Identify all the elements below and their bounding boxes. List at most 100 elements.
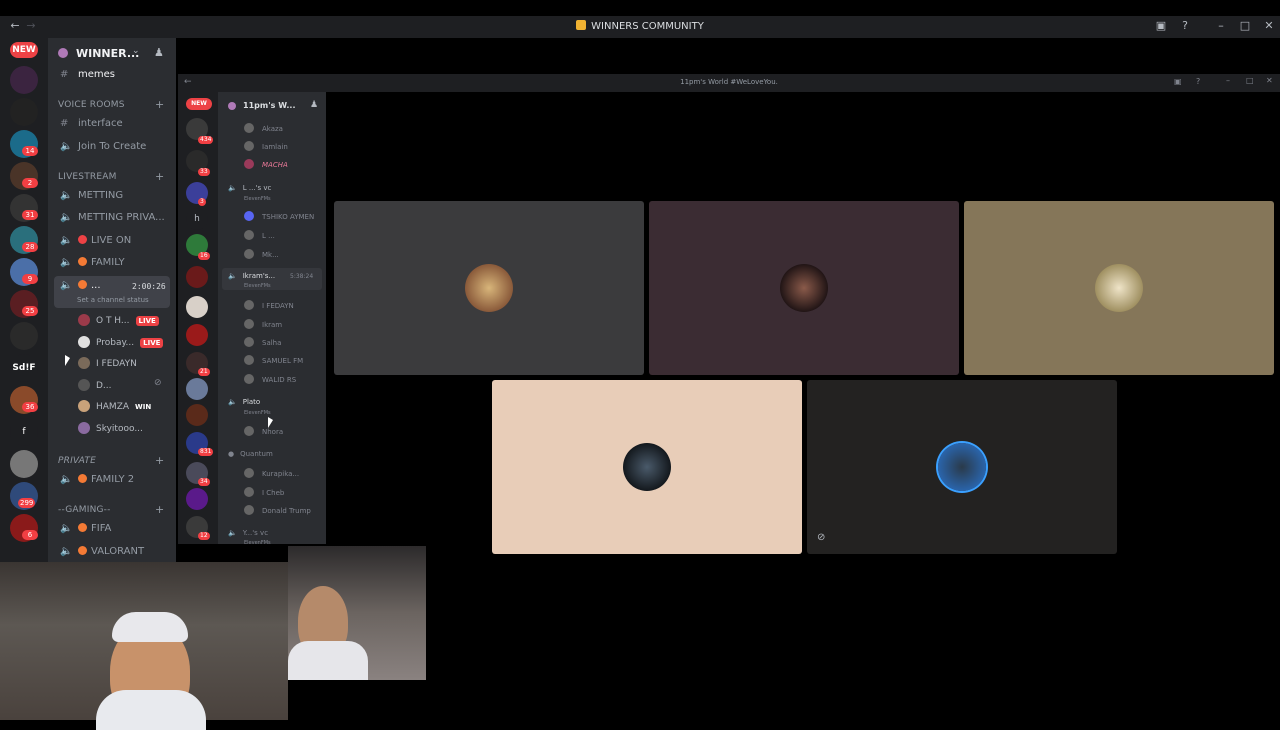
add-member-icon[interactable]: ♟ xyxy=(154,46,164,59)
channel-live-on[interactable]: 🔈 LIVE ON xyxy=(60,235,131,246)
server-icon[interactable] xyxy=(186,404,208,426)
participant-tile[interactable] xyxy=(649,201,959,375)
add-channel-icon[interactable]: + xyxy=(155,98,164,111)
voice-user[interactable]: Probay... LIVE xyxy=(78,336,164,348)
channel-label: Join To Create xyxy=(78,141,147,152)
embedded-voice-channel[interactable]: 🔈 L ...'s vc xyxy=(228,184,271,192)
server-icon[interactable] xyxy=(186,296,208,318)
embedded-user[interactable]: Salha xyxy=(244,337,281,347)
embedded-user[interactable]: Nhora xyxy=(244,426,283,436)
help-icon[interactable]: ? xyxy=(1178,19,1192,33)
voice-user[interactable]: I FEDAYN xyxy=(78,357,137,369)
voice-user[interactable]: O T H... LIVE xyxy=(78,314,159,326)
chevron-down-icon[interactable]: ⌄ xyxy=(132,46,140,56)
call-timer: 2:00:26 xyxy=(132,282,166,291)
maximize-icon[interactable]: □ xyxy=(1246,76,1254,85)
maximize-icon[interactable]: □ xyxy=(1238,19,1252,33)
embedded-user[interactable]: I FEDAYN xyxy=(244,300,294,310)
embedded-voice-channel[interactable]: 🔈 Plato xyxy=(228,398,260,406)
server-icon[interactable] xyxy=(186,378,208,400)
embedded-user[interactable]: Akaza xyxy=(244,123,283,133)
embedded-user[interactable]: WALID RS xyxy=(244,374,296,384)
embedded-voice-channel[interactable]: ● Quantum xyxy=(228,450,273,458)
server-logo-icon xyxy=(576,20,587,30)
participant-tile[interactable] xyxy=(492,380,802,554)
active-voice-channel[interactable]: 🔈... 2:00:26 Set a channel status xyxy=(54,276,170,308)
category-private[interactable]: PRIVATE xyxy=(58,456,96,466)
server-icon[interactable] xyxy=(10,322,38,350)
speaker-icon: 🔈 xyxy=(228,529,237,537)
server-icon-f[interactable]: f xyxy=(10,418,38,446)
avatar xyxy=(78,336,90,348)
channel-metting-private[interactable]: 🔈 METTING PRIVA... xyxy=(60,212,165,223)
avatar xyxy=(244,319,254,329)
user-name: Mk... xyxy=(262,251,279,259)
embedded-user[interactable]: Kurapika... xyxy=(244,468,299,478)
voice-user[interactable]: Skyitooo... xyxy=(78,422,143,434)
voice-user[interactable]: HAMZA WIN xyxy=(78,400,151,412)
embedded-user[interactable]: L ... xyxy=(244,230,275,240)
new-badge: NEW xyxy=(186,98,212,110)
inbox-icon[interactable]: ▣ xyxy=(1154,19,1168,33)
channel-memes[interactable]: # memes xyxy=(60,69,115,80)
avatar xyxy=(1095,264,1143,312)
channel-family-2[interactable]: 🔈 FAMILY 2 xyxy=(60,474,134,485)
voice-user[interactable]: D... xyxy=(78,379,112,391)
channel-status[interactable]: Set a channel status xyxy=(77,296,149,304)
channel-interface[interactable]: # interface xyxy=(60,118,123,129)
channel-valorant[interactable]: 🔈 VALORANT xyxy=(60,546,144,557)
embedded-user[interactable]: Donald Trump xyxy=(244,505,311,515)
category-livestream[interactable]: LIVESTREAM xyxy=(58,172,117,182)
server-icon[interactable] xyxy=(186,324,208,346)
help-icon[interactable]: ? xyxy=(1196,77,1200,86)
inbox-icon[interactable]: ▣ xyxy=(1174,77,1182,86)
minimize-icon[interactable]: – xyxy=(1214,19,1228,33)
channel-family[interactable]: 🔈 FAMILY xyxy=(60,257,125,268)
embedded-user[interactable]: Ikram xyxy=(244,319,282,329)
embedded-voice-channel[interactable]: 🔈 Y...'s vc xyxy=(228,529,268,537)
server-icon[interactable] xyxy=(186,488,208,510)
add-channel-icon[interactable]: + xyxy=(155,503,164,516)
embedded-server-name[interactable]: 11pm's W... xyxy=(243,101,295,110)
channel-metting[interactable]: 🔈 METTING xyxy=(60,190,123,201)
server-icon[interactable] xyxy=(10,450,38,478)
minimize-icon[interactable]: – xyxy=(1226,76,1230,85)
add-channel-icon[interactable]: + xyxy=(155,170,164,183)
close-icon[interactable]: ✕ xyxy=(1266,76,1273,85)
server-icon[interactable] xyxy=(10,66,38,94)
close-icon[interactable]: ✕ xyxy=(1262,19,1276,33)
avatar xyxy=(244,230,254,240)
embedded-user[interactable]: Iamlain xyxy=(244,141,288,151)
embedded-user[interactable]: TSHIKO AYMEN xyxy=(244,211,314,221)
user-name: Nhora xyxy=(262,428,284,436)
embedded-window-title: 11pm's World #WeLoveYou. xyxy=(680,78,778,86)
embedded-user[interactable]: I Cheb xyxy=(244,487,284,497)
webcam-overlay-main xyxy=(0,562,288,730)
embedded-user[interactable]: Mk... xyxy=(244,249,279,259)
embedded-voice-channel[interactable]: 🔈 Ikram's... xyxy=(228,272,275,280)
embedded-user[interactable]: MACHA xyxy=(244,159,288,169)
avatar xyxy=(244,426,254,436)
avatar xyxy=(244,374,254,384)
add-member-icon[interactable]: ♟ xyxy=(310,100,318,110)
participant-tile[interactable]: ⊘ xyxy=(807,380,1117,554)
server-icon[interactable] xyxy=(10,98,38,126)
participant-tile[interactable] xyxy=(334,201,644,375)
server-header[interactable]: WINNER... ⌄ ♟ xyxy=(48,38,176,68)
category-gaming[interactable]: --GAMING-- xyxy=(58,505,111,515)
embedded-user[interactable]: SAMUEL FM xyxy=(244,355,303,365)
user-name: O T H... xyxy=(96,316,130,326)
channel-sidebar: WINNER... ⌄ ♟ # memes VOICE ROOMS + # inte… xyxy=(48,38,176,564)
avatar xyxy=(244,249,254,259)
channel-join-to-create[interactable]: 🔈 Join To Create xyxy=(60,141,146,152)
new-badge: NEW xyxy=(10,42,38,58)
channel-label: Plato xyxy=(242,398,261,406)
category-voice-rooms[interactable]: VOICE ROOMS xyxy=(58,100,125,110)
participant-tile[interactable] xyxy=(964,201,1274,375)
channel-fifa[interactable]: 🔈 FIFA xyxy=(60,523,111,534)
server-icon-sdf[interactable]: Sd!F xyxy=(10,354,38,382)
server-icon[interactable] xyxy=(186,266,208,288)
server-icon-h[interactable]: h xyxy=(186,208,208,230)
add-channel-icon[interactable]: + xyxy=(155,454,164,467)
user-name: I FEDAYN xyxy=(262,302,294,310)
